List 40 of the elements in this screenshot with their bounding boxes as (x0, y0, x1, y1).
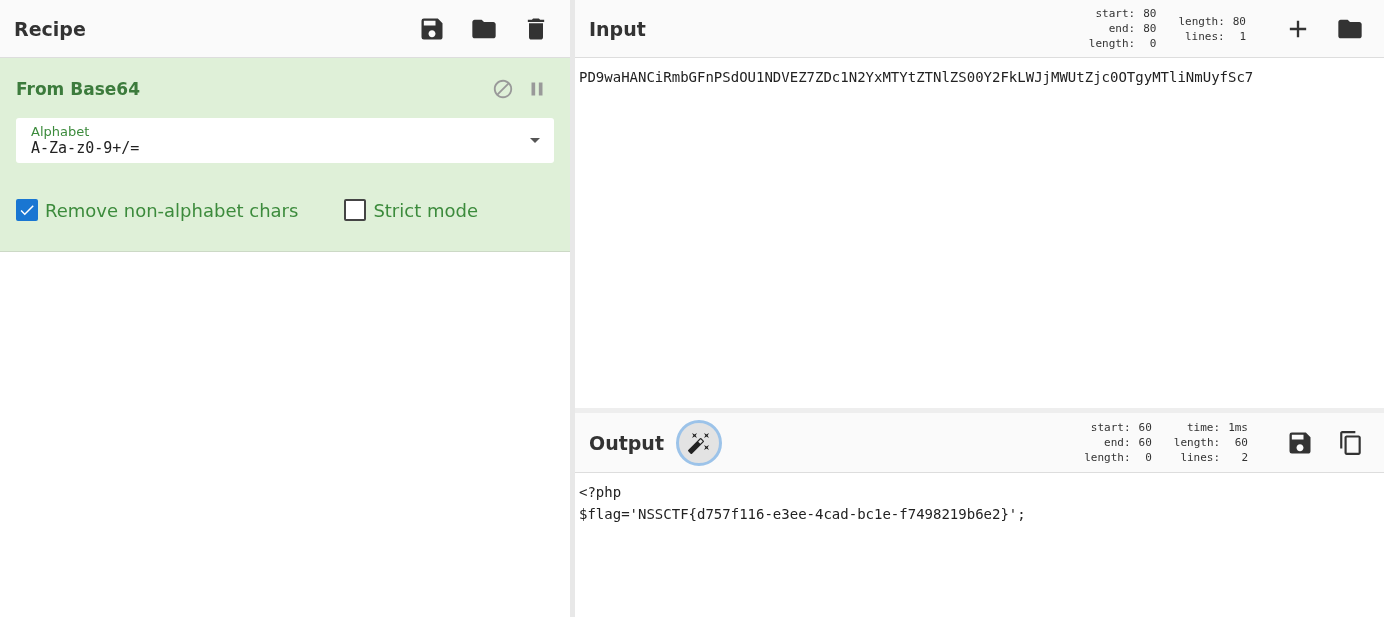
stat-value: 80 (1143, 6, 1157, 21)
stat-label: lines: (1184, 28, 1225, 44)
checkbox-option[interactable]: Strict mode (344, 199, 478, 221)
panel-title: Recipe (14, 17, 86, 40)
stat-label: end: (1107, 21, 1136, 36)
stat-label: start: (1094, 6, 1136, 21)
option-label: Strict mode (373, 199, 478, 221)
magic-wand-icon (687, 430, 711, 455)
magic-wand-button[interactable] (676, 419, 722, 466)
output-line: $flag='NSSCTF{d757f116-e3ee-4cad-bc1e-f7498219b6e2}'; (579, 505, 1027, 524)
stat-value: 2 (1240, 450, 1248, 465)
alphabet-dropdown[interactable]: Alphabet A-Za-z0-9+/= (16, 118, 554, 163)
stat-value: 1 (1238, 28, 1246, 44)
stat-value: 60 (1233, 435, 1248, 450)
stat-label: length: (1084, 450, 1131, 465)
input-line: PD9waHANCiRmbGFnPSdOU1NDVEZ7ZDc1N2YxMTYtZTNlZS00Y2FkLWJjMWUtZjc0OTgyMTliNmUyfSc7 (579, 68, 1255, 87)
stat-label: length: (1088, 36, 1136, 51)
stat-value: 80 (1143, 21, 1157, 36)
field-value: A-Za-z0-9+/= (31, 139, 141, 157)
copy-icon[interactable] (1338, 429, 1364, 456)
stat-value: 60 (1138, 435, 1152, 450)
stat-label: length: (1173, 435, 1221, 450)
stat-value: 80 (1232, 13, 1246, 29)
checkbox[interactable] (16, 199, 38, 221)
stat-label: end: (1103, 435, 1131, 450)
panel-title: Input (589, 17, 646, 40)
stat-label: length: (1178, 13, 1225, 29)
caret-icon (530, 138, 540, 143)
output-line: <?php (579, 483, 623, 502)
stat-value: 0 (1148, 36, 1157, 51)
stat-value: 60 (1138, 420, 1152, 435)
stat-label: lines: (1179, 450, 1221, 465)
stat-value: 0 (1144, 450, 1152, 465)
field-label: Alphabet (31, 124, 91, 139)
checkbox[interactable] (344, 199, 367, 221)
stat-label: time: (1186, 420, 1221, 435)
stat-value: 1ms (1228, 420, 1248, 435)
panel-title: Output (589, 431, 664, 454)
operation-name: From Base64 (16, 79, 140, 99)
stat-label: start: (1089, 420, 1131, 435)
